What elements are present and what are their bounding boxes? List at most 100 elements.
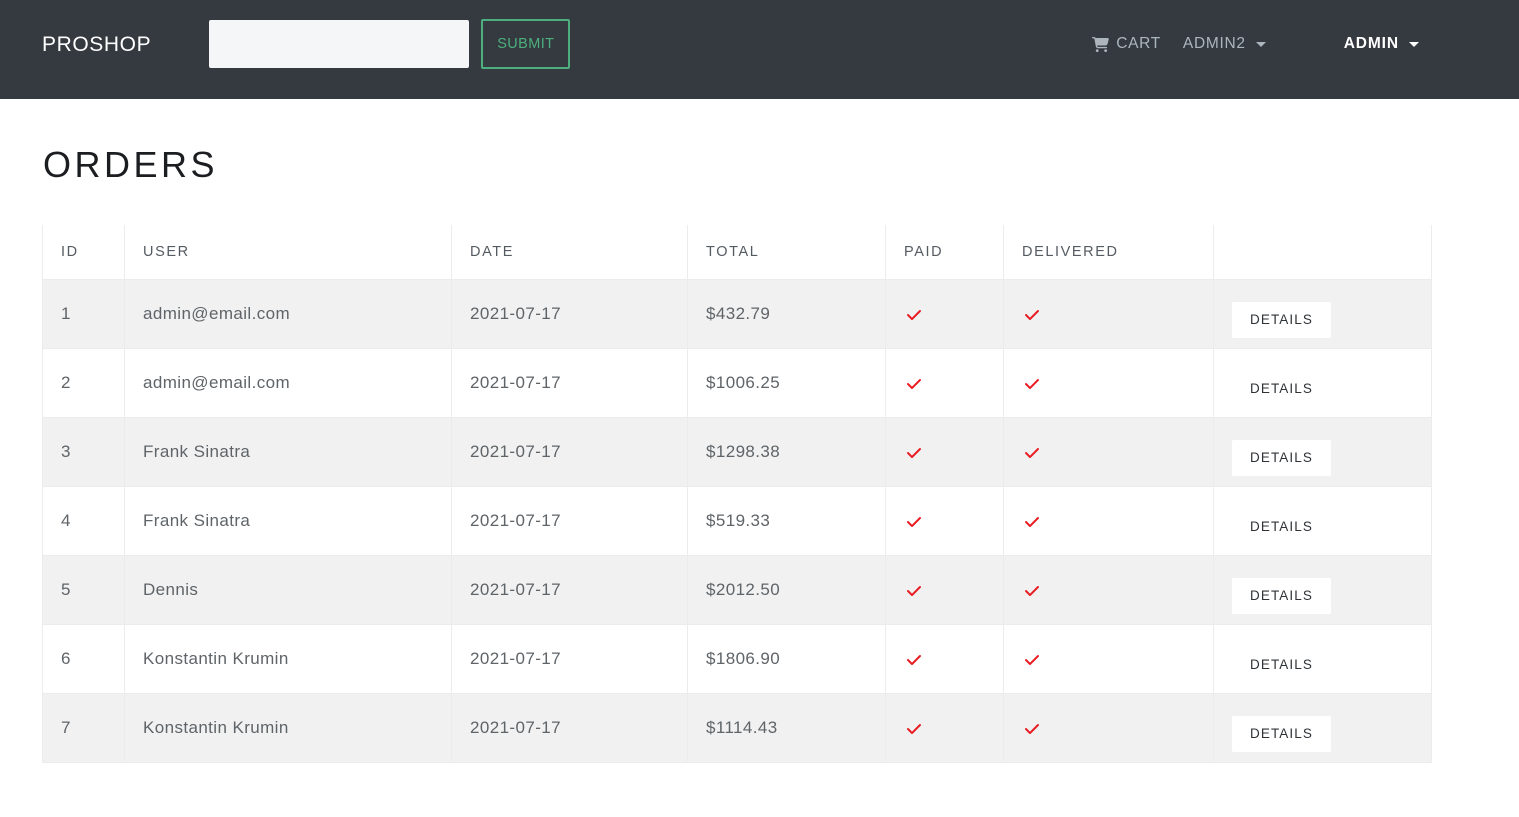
details-button[interactable]: DETAILS — [1232, 440, 1331, 476]
cell-id: 6 — [42, 624, 125, 695]
column-header-total: TOTAL — [687, 224, 886, 281]
column-header-id: ID — [42, 224, 125, 281]
details-button[interactable]: DETAILS — [1232, 509, 1331, 545]
cell-actions: DETAILS — [1213, 417, 1432, 488]
table-row: 5 Dennis 2021-07-17 $2012.50 DETAILS — [42, 555, 1432, 626]
cell-delivered — [1003, 693, 1214, 764]
cell-id: 1 — [42, 279, 125, 350]
cell-user: Frank Sinatra — [124, 417, 452, 488]
cell-delivered — [1003, 555, 1214, 626]
check-icon — [1022, 376, 1042, 392]
check-icon — [904, 721, 924, 737]
cell-user: Konstantin Krumin — [124, 624, 452, 695]
column-header-date: DATE — [451, 224, 688, 281]
details-button[interactable]: DETAILS — [1232, 716, 1331, 752]
check-icon — [904, 376, 924, 392]
cell-date: 2021-07-17 — [451, 417, 688, 488]
check-icon — [1022, 583, 1042, 599]
cell-id: 4 — [42, 486, 125, 557]
cell-date: 2021-07-17 — [451, 279, 688, 350]
brand-logo[interactable]: ProShop — [42, 34, 151, 55]
cell-id: 3 — [42, 417, 125, 488]
details-button[interactable]: DETAILS — [1232, 578, 1331, 614]
shopping-cart-icon — [1092, 36, 1109, 52]
cell-user: Dennis — [124, 555, 452, 626]
nav-link-cart[interactable]: Cart — [1092, 35, 1161, 53]
column-header-paid: PAID — [885, 224, 1004, 281]
cell-delivered — [1003, 279, 1214, 350]
navbar-links: Cart ADMIN2 ADMIN — [1092, 35, 1519, 53]
check-icon — [904, 307, 924, 323]
cell-actions: DETAILS — [1213, 279, 1432, 350]
cell-actions: DETAILS — [1213, 624, 1432, 695]
cell-date: 2021-07-17 — [451, 348, 688, 419]
cell-paid — [885, 486, 1004, 557]
cell-total: $519.33 — [687, 486, 886, 557]
cell-total: $1298.38 — [687, 417, 886, 488]
chevron-down-icon — [1255, 41, 1266, 47]
check-icon — [904, 583, 924, 599]
table-row: 7 Konstantin Krumin 2021-07-17 $1114.43 DETA… — [42, 693, 1432, 764]
check-icon — [904, 514, 924, 530]
orders-table-body: 1 admin@email.com 2021-07-17 $432.79 DETAILS… — [42, 279, 1432, 764]
nav-dropdown-admin2[interactable]: ADMIN2 — [1183, 35, 1266, 53]
nav-dropdown-admin2-label: ADMIN2 — [1182, 35, 1246, 52]
cell-total: $1114.43 — [687, 693, 886, 764]
table-row: 3 Frank Sinatra 2021-07-17 $1298.38 DETAILS — [42, 417, 1432, 488]
search-submit-button[interactable]: Submit — [481, 19, 571, 69]
cell-paid — [885, 348, 1004, 419]
table-row: 1 admin@email.com 2021-07-17 $432.79 DETAILS — [42, 279, 1432, 350]
cell-actions: DETAILS — [1213, 486, 1432, 557]
cell-delivered — [1003, 486, 1214, 557]
details-button[interactable]: DETAILS — [1232, 371, 1331, 407]
cell-actions: DETAILS — [1213, 555, 1432, 626]
table-row: 2 admin@email.com 2021-07-17 $1006.25 DETAIL… — [42, 348, 1432, 419]
check-icon — [904, 652, 924, 668]
cell-delivered — [1003, 348, 1214, 419]
cell-date: 2021-07-17 — [451, 693, 688, 764]
details-button[interactable]: DETAILS — [1232, 647, 1331, 683]
orders-table-head: ID USER DATE TOTAL PAID DELIVERED — [42, 224, 1432, 281]
check-icon — [1022, 721, 1042, 737]
nav-dropdown-admin[interactable]: ADMIN — [1344, 35, 1419, 53]
page-title: ORDERS — [43, 144, 219, 185]
cell-actions: DETAILS — [1213, 348, 1432, 419]
cell-id: 5 — [42, 555, 125, 626]
table-header-row: ID USER DATE TOTAL PAID DELIVERED — [42, 224, 1432, 281]
search-form: Submit — [209, 19, 571, 69]
cell-total: $1006.25 — [687, 348, 886, 419]
table-row: 6 Konstantin Krumin 2021-07-17 $1806.90 DETA… — [42, 624, 1432, 695]
cell-user: admin@email.com — [124, 348, 452, 419]
column-header-delivered: DELIVERED — [1003, 224, 1214, 281]
details-button[interactable]: DETAILS — [1232, 302, 1331, 338]
cell-date: 2021-07-17 — [451, 624, 688, 695]
top-navbar: ProShop Submit Cart ADMIN2 ADMIN — [0, 0, 1519, 99]
check-icon — [904, 445, 924, 461]
search-input[interactable] — [209, 20, 470, 68]
column-header-actions — [1213, 224, 1432, 281]
cell-id: 7 — [42, 693, 125, 764]
cell-date: 2021-07-17 — [451, 486, 688, 557]
cell-user: Konstantin Krumin — [124, 693, 452, 764]
cell-paid — [885, 555, 1004, 626]
cell-total: $432.79 — [687, 279, 886, 350]
check-icon — [1022, 445, 1042, 461]
chevron-down-icon — [1409, 41, 1419, 47]
cell-delivered — [1003, 624, 1214, 695]
nav-dropdown-admin-label: ADMIN — [1343, 35, 1399, 52]
cell-delivered — [1003, 417, 1214, 488]
orders-table-wrapper: ID USER DATE TOTAL PAID DELIVERED 1 admin… — [42, 224, 1432, 764]
cell-actions: DETAILS — [1213, 693, 1432, 764]
table-row: 4 Frank Sinatra 2021-07-17 $519.33 DETAILS — [42, 486, 1432, 557]
cell-date: 2021-07-17 — [451, 555, 688, 626]
cell-total: $2012.50 — [687, 555, 886, 626]
column-header-user: USER — [124, 224, 452, 281]
cell-paid — [885, 624, 1004, 695]
cell-user: admin@email.com — [124, 279, 452, 350]
cell-paid — [885, 279, 1004, 350]
cell-id: 2 — [42, 348, 125, 419]
cell-total: $1806.90 — [687, 624, 886, 695]
cell-paid — [885, 693, 1004, 764]
check-icon — [1022, 307, 1042, 323]
cell-paid — [885, 417, 1004, 488]
